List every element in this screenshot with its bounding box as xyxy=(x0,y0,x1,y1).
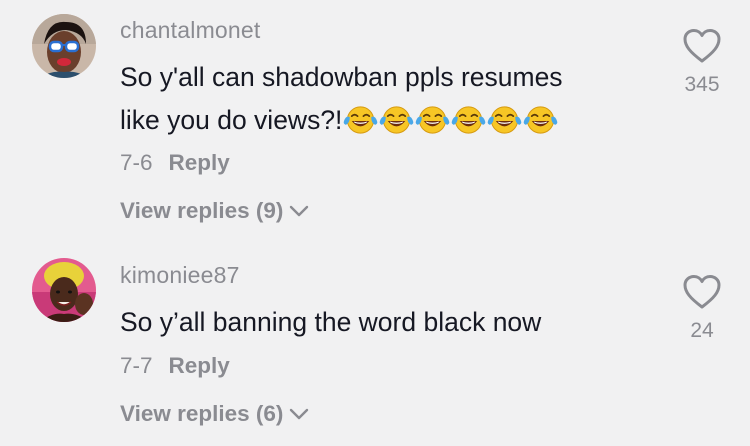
face-with-tears-of-joy-icon xyxy=(452,106,486,134)
comment-username[interactable]: kimoniee87 xyxy=(120,262,240,289)
view-replies-button[interactable]: View replies (6) xyxy=(120,401,309,427)
chevron-down-icon xyxy=(290,205,309,217)
comment-text-line: So y’all banning the word black now xyxy=(120,307,542,337)
emoji-row xyxy=(343,105,559,135)
avatar[interactable] xyxy=(32,14,96,78)
face-with-tears-of-joy-icon xyxy=(488,106,522,134)
comment-meta: 7-7 Reply xyxy=(120,353,230,379)
avatar[interactable] xyxy=(32,258,96,322)
comment-date: 7-7 xyxy=(120,353,153,378)
chevron-down-icon xyxy=(290,408,309,420)
comment-item: chantalmonet So y'all can shadowban ppls… xyxy=(0,0,750,240)
comment-text-segment: like you do views?! xyxy=(120,105,343,135)
reply-button[interactable]: Reply xyxy=(169,353,230,378)
like-button[interactable]: 24 xyxy=(672,274,732,343)
like-count: 24 xyxy=(690,319,714,342)
face-with-tears-of-joy-icon xyxy=(380,106,414,134)
view-replies-label: View replies (9) xyxy=(120,198,284,223)
view-replies-label: View replies (6) xyxy=(120,401,284,426)
avatar-image xyxy=(32,258,96,322)
comment-date: 7-6 xyxy=(120,150,153,175)
comment-username[interactable]: chantalmonet xyxy=(120,17,261,44)
face-with-tears-of-joy-icon xyxy=(344,106,378,134)
comment-text-line: So y'all can shadowban ppls resumes xyxy=(120,62,563,92)
comment-item: kimoniee87 So y’all banning the word bla… xyxy=(0,240,750,446)
like-button[interactable]: 345 xyxy=(672,28,732,97)
comment-meta: 7-6 Reply xyxy=(120,150,230,176)
face-with-tears-of-joy-icon xyxy=(416,106,450,134)
face-with-tears-of-joy-icon xyxy=(524,106,558,134)
like-count: 345 xyxy=(684,73,720,96)
view-replies-button[interactable]: View replies (9) xyxy=(120,198,309,224)
reply-button[interactable]: Reply xyxy=(169,150,230,175)
avatar-image xyxy=(32,14,96,78)
comment-text-line: like you do views?! xyxy=(120,105,559,136)
heart-outline-icon xyxy=(683,29,721,63)
heart-outline-icon xyxy=(683,275,721,309)
